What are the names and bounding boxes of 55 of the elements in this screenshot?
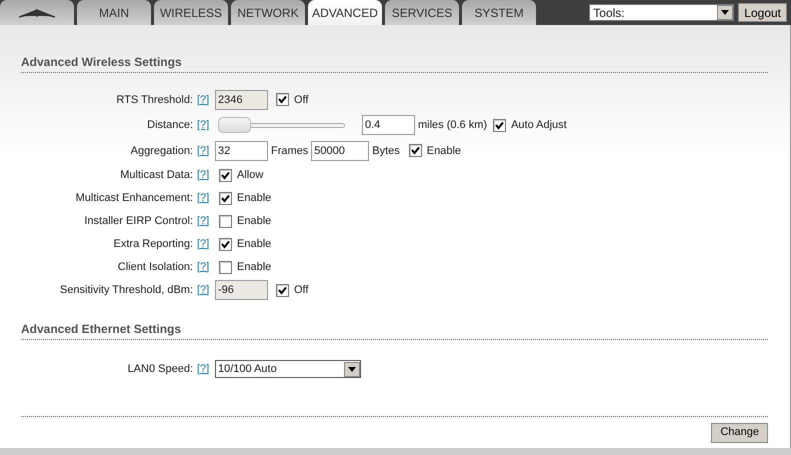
checkbox[interactable] [219,192,232,204]
checkbox-label: Enable [237,190,272,206]
nav-tab[interactable]: SERVICES [385,0,459,25]
checkbox-label: Off [294,282,308,298]
field-label: Multicast Data: [119,168,193,183]
logout-button[interactable]: Logout [738,3,787,22]
section-heading: Advanced Ethernet Settings [21,320,768,340]
nav-tab[interactable]: SYSTEM [462,0,536,25]
nav-tab[interactable]: NETWORK [231,0,305,25]
help-link[interactable]: [?] [197,258,212,276]
help-link[interactable]: [?] [197,117,212,134]
checkbox[interactable] [408,144,422,158]
checkbox[interactable] [219,260,232,274]
field-label: Distance: [146,118,193,133]
nav-tab[interactable]: ADVANCED [308,0,382,25]
help-link[interactable]: [?] [197,190,212,206]
help-link[interactable]: [?] [197,236,212,252]
select-field[interactable]: 10/100 Auto [215,360,361,378]
field-label: Sensitivity Threshold, dBm: [58,282,193,298]
checkbox[interactable] [219,238,232,250]
slider[interactable] [218,117,345,134]
field-label: Client Isolation: [116,260,193,275]
checkbox[interactable] [219,214,232,228]
checkbox-label: Enable [237,260,272,275]
change-button[interactable]: Change [711,422,768,442]
input-field[interactable]: 50000 [311,140,370,161]
field-label: Aggregation: [130,144,193,158]
input-field[interactable]: 0.4 [362,115,415,136]
help-link[interactable]: [?] [197,360,212,378]
help-link[interactable]: [?] [197,166,212,184]
logo-tab[interactable] [0,0,74,25]
input-field[interactable]: 32 [215,140,268,161]
tools-dropdown[interactable]: Tools: [589,4,734,21]
unit-label: Bytes [372,144,400,158]
checkbox[interactable] [219,168,232,182]
help-link[interactable]: [?] [197,212,212,230]
checkbox[interactable] [493,118,506,132]
checkbox-label: Enable [426,144,462,158]
nav-tab[interactable]: WIRELESS [154,0,228,25]
field-label: Extra Reporting: [112,236,193,252]
unit-label: miles (0.6 km) [418,118,488,133]
logo-icon [17,8,57,18]
checkbox-label: Enable [237,236,272,252]
unit-label: Frames [271,144,308,158]
help-link[interactable]: [?] [197,142,212,159]
checkbox-label: Auto Adjust [511,118,567,133]
checkbox-label: Allow [237,168,264,183]
field-label: Multicast Enhancement: [74,190,193,206]
checkbox-label: Enable [237,214,272,229]
checkbox-label: Off [294,92,308,108]
field-label: LAN0 Speed: [126,362,193,377]
field-label: RTS Threshold: [115,92,193,108]
nav-tab[interactable]: MAIN [77,0,151,25]
section-heading: Advanced Wireless Settings [21,53,768,73]
field-label: Installer EIRP Control: [83,214,193,229]
